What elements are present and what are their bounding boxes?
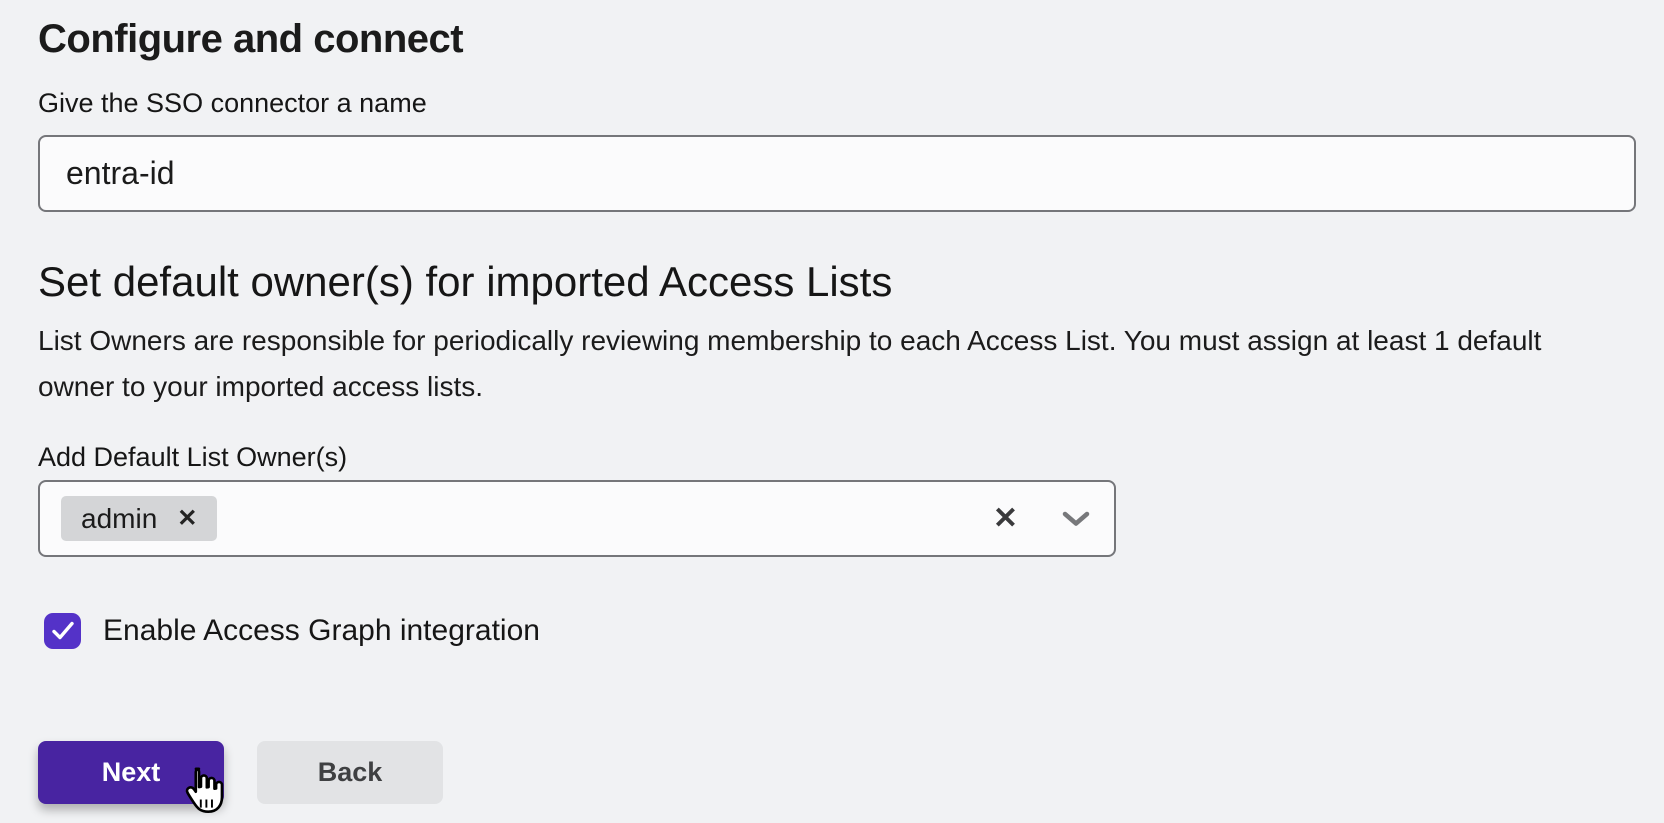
owners-select-label: Add Default List Owner(s) — [38, 440, 1636, 474]
description-line-2: owner to your imported access lists. — [38, 371, 483, 402]
actions-bar: Next Back — [38, 741, 1636, 804]
owners-multiselect[interactable]: admin ✕ ✕ — [38, 480, 1116, 557]
access-graph-checkbox[interactable] — [44, 613, 81, 649]
connector-name-label: Give the SSO connector a name — [38, 86, 1636, 120]
access-graph-label: Enable Access Graph integration — [103, 614, 540, 648]
owners-section-heading: Set default owner(s) for imported Access… — [38, 256, 1636, 308]
clear-selection-icon[interactable]: ✕ — [993, 504, 1018, 534]
page-title: Configure and connect — [38, 14, 1636, 64]
configure-connect-page: Configure and connect Give the SSO conne… — [0, 0, 1664, 804]
description-line-1: List Owners are responsible for periodic… — [38, 325, 1541, 356]
remove-owner-icon[interactable]: ✕ — [177, 507, 197, 531]
checkmark-icon — [50, 619, 76, 643]
access-graph-row: Enable Access Graph integration — [38, 613, 1636, 649]
connector-name-input[interactable] — [38, 135, 1636, 212]
owner-tag-label: admin — [81, 503, 157, 535]
owner-tag: admin ✕ — [61, 496, 217, 541]
next-button[interactable]: Next — [38, 741, 224, 804]
multiselect-controls: ✕ — [993, 504, 1090, 534]
owners-section-description: List Owners are responsible for periodic… — [38, 318, 1636, 410]
chevron-down-icon[interactable] — [1062, 511, 1090, 527]
back-button[interactable]: Back — [257, 741, 443, 804]
